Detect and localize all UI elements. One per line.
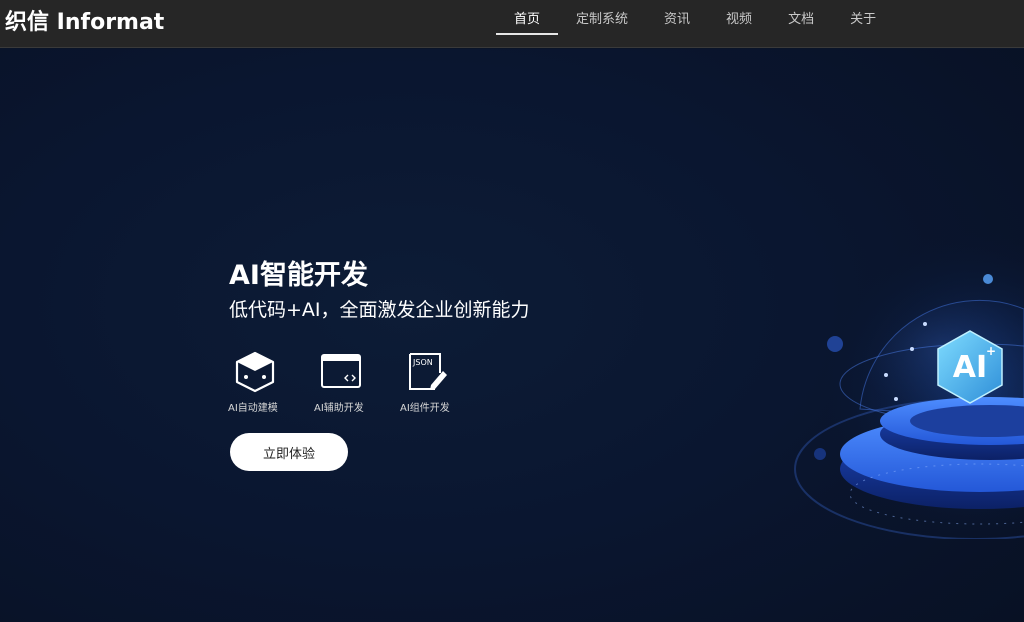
nav-item-custom-system[interactable]: 定制系统 xyxy=(558,0,646,48)
feature-ai-modeling: AI自动建模 xyxy=(228,351,314,414)
cube-icon xyxy=(235,351,275,393)
hero-subtitle: 低代码+AI，全面激发企业创新能力 xyxy=(229,299,530,321)
svg-text:+: + xyxy=(986,344,996,358)
brand-logo[interactable]: 织信 Informat xyxy=(5,6,165,35)
top-nav: 织信 Informat 首页 定制系统 资讯 视频 文档 关于 xyxy=(0,0,1024,48)
feature-label: AI自动建模 xyxy=(228,403,278,414)
main-menu: 首页 定制系统 资讯 视频 文档 关于 xyxy=(496,0,894,48)
ai-platform-illustration: AI + xyxy=(794,229,1024,539)
feature-label: AI辅助开发 xyxy=(314,403,364,414)
nav-item-docs[interactable]: 文档 xyxy=(770,0,832,48)
json-edit-icon: JSON xyxy=(409,353,447,390)
try-now-button[interactable]: 立即体验 xyxy=(230,433,348,471)
nav-item-home[interactable]: 首页 xyxy=(496,0,559,48)
hero-title: AI智能开发 xyxy=(229,260,368,291)
nav-item-news[interactable]: 资讯 xyxy=(646,0,708,48)
feature-ai-component: JSON AI组件开发 xyxy=(400,351,486,414)
hero-section: AI智能开发 低代码+AI，全面激发企业创新能力 AI自动建模 AI辅助开发 J… xyxy=(0,49,1024,622)
nav-item-video[interactable]: 视频 xyxy=(708,0,770,48)
svg-text:AI: AI xyxy=(953,350,987,385)
feature-ai-assist: AI辅助开发 xyxy=(314,351,400,414)
code-window-icon xyxy=(321,354,361,388)
feature-label: AI组件开发 xyxy=(400,403,450,414)
nav-item-about[interactable]: 关于 xyxy=(832,0,894,48)
brand-name: 织信 Informat xyxy=(5,10,165,35)
svg-text:JSON: JSON xyxy=(412,358,433,367)
feature-list: AI自动建模 AI辅助开发 JSON AI组件开发 xyxy=(228,351,486,414)
